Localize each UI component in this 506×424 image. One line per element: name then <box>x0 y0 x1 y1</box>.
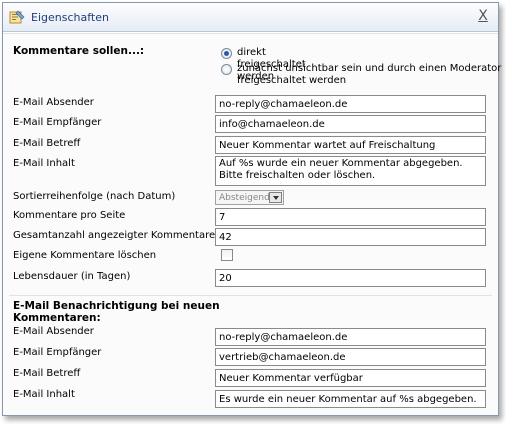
subject-label: E-Mail Betreff <box>13 138 81 149</box>
notification-heading: E-Mail Benachrichtigung bei neuen Kommen… <box>13 300 220 324</box>
radio-moderation-label: zunächst unsichtbar sein und durch einen… <box>237 63 502 86</box>
chevron-down-icon[interactable] <box>269 192 282 203</box>
title-bar: Eigenschaften X <box>3 3 498 32</box>
lifetime-input[interactable]: 20 <box>215 269 486 287</box>
properties-dialog: Eigenschaften X Kommentare sollen...: di… <box>2 2 501 416</box>
content-textarea[interactable]: Auf %s wurde ein neuer Kommentar abgegeb… <box>215 156 486 186</box>
section-divider <box>9 295 492 296</box>
notify-sender-label: E-Mail Absender <box>13 326 94 337</box>
radio-button-unchecked[interactable] <box>221 64 232 75</box>
sort-select-value: Absteigend <box>219 193 270 203</box>
sort-select[interactable]: Absteigend <box>215 190 284 205</box>
subject-input[interactable]: Neuer Kommentar wartet auf Freischaltung <box>215 136 486 154</box>
delete-own-label: Eigene Kommentare löschen <box>13 250 157 261</box>
total-label: Gesamtanzahl angezeigter Kommentare <box>13 230 216 241</box>
notify-subject-label: E-Mail Betreff <box>13 368 81 379</box>
recipient-input[interactable]: info@chamaeleon.de <box>215 115 486 133</box>
per-page-input[interactable]: 7 <box>215 208 486 226</box>
sender-label: E-Mail Absender <box>13 97 94 108</box>
notify-content-input[interactable]: Es wurde ein neuer Kommentar auf %s abge… <box>215 390 486 408</box>
close-button[interactable]: X <box>475 9 491 25</box>
radio-button-checked[interactable] <box>221 48 232 59</box>
per-page-label: Kommentare pro Seite <box>13 210 126 221</box>
notify-content-label: E-Mail Inhalt <box>13 389 75 400</box>
notify-subject-input[interactable]: Neuer Kommentar verfügbar <box>215 369 486 387</box>
sender-input[interactable]: no-reply@chamaeleon.de <box>215 95 486 113</box>
properties-icon <box>9 10 25 24</box>
notify-sender-input[interactable]: no-reply@chamaeleon.de <box>215 328 486 346</box>
notify-recipient-label: E-Mail Empfänger <box>13 347 102 358</box>
dialog-title: Eigenschaften <box>31 11 109 24</box>
notify-recipient-input[interactable]: vertrieb@chamaeleon.de <box>215 348 486 366</box>
dialog-body: Kommentare sollen...: direkt freigeschal… <box>3 33 501 415</box>
comments-heading: Kommentare sollen...: <box>13 45 145 57</box>
content-label: E-Mail Inhalt <box>13 158 75 169</box>
lifetime-label: Lebensdauer (in Tagen) <box>13 271 131 282</box>
total-input[interactable]: 42 <box>215 228 486 246</box>
sort-label: Sortierreihenfolge (nach Datum) <box>13 191 176 202</box>
delete-own-checkbox[interactable] <box>221 249 233 261</box>
recipient-label: E-Mail Empfänger <box>13 117 102 128</box>
